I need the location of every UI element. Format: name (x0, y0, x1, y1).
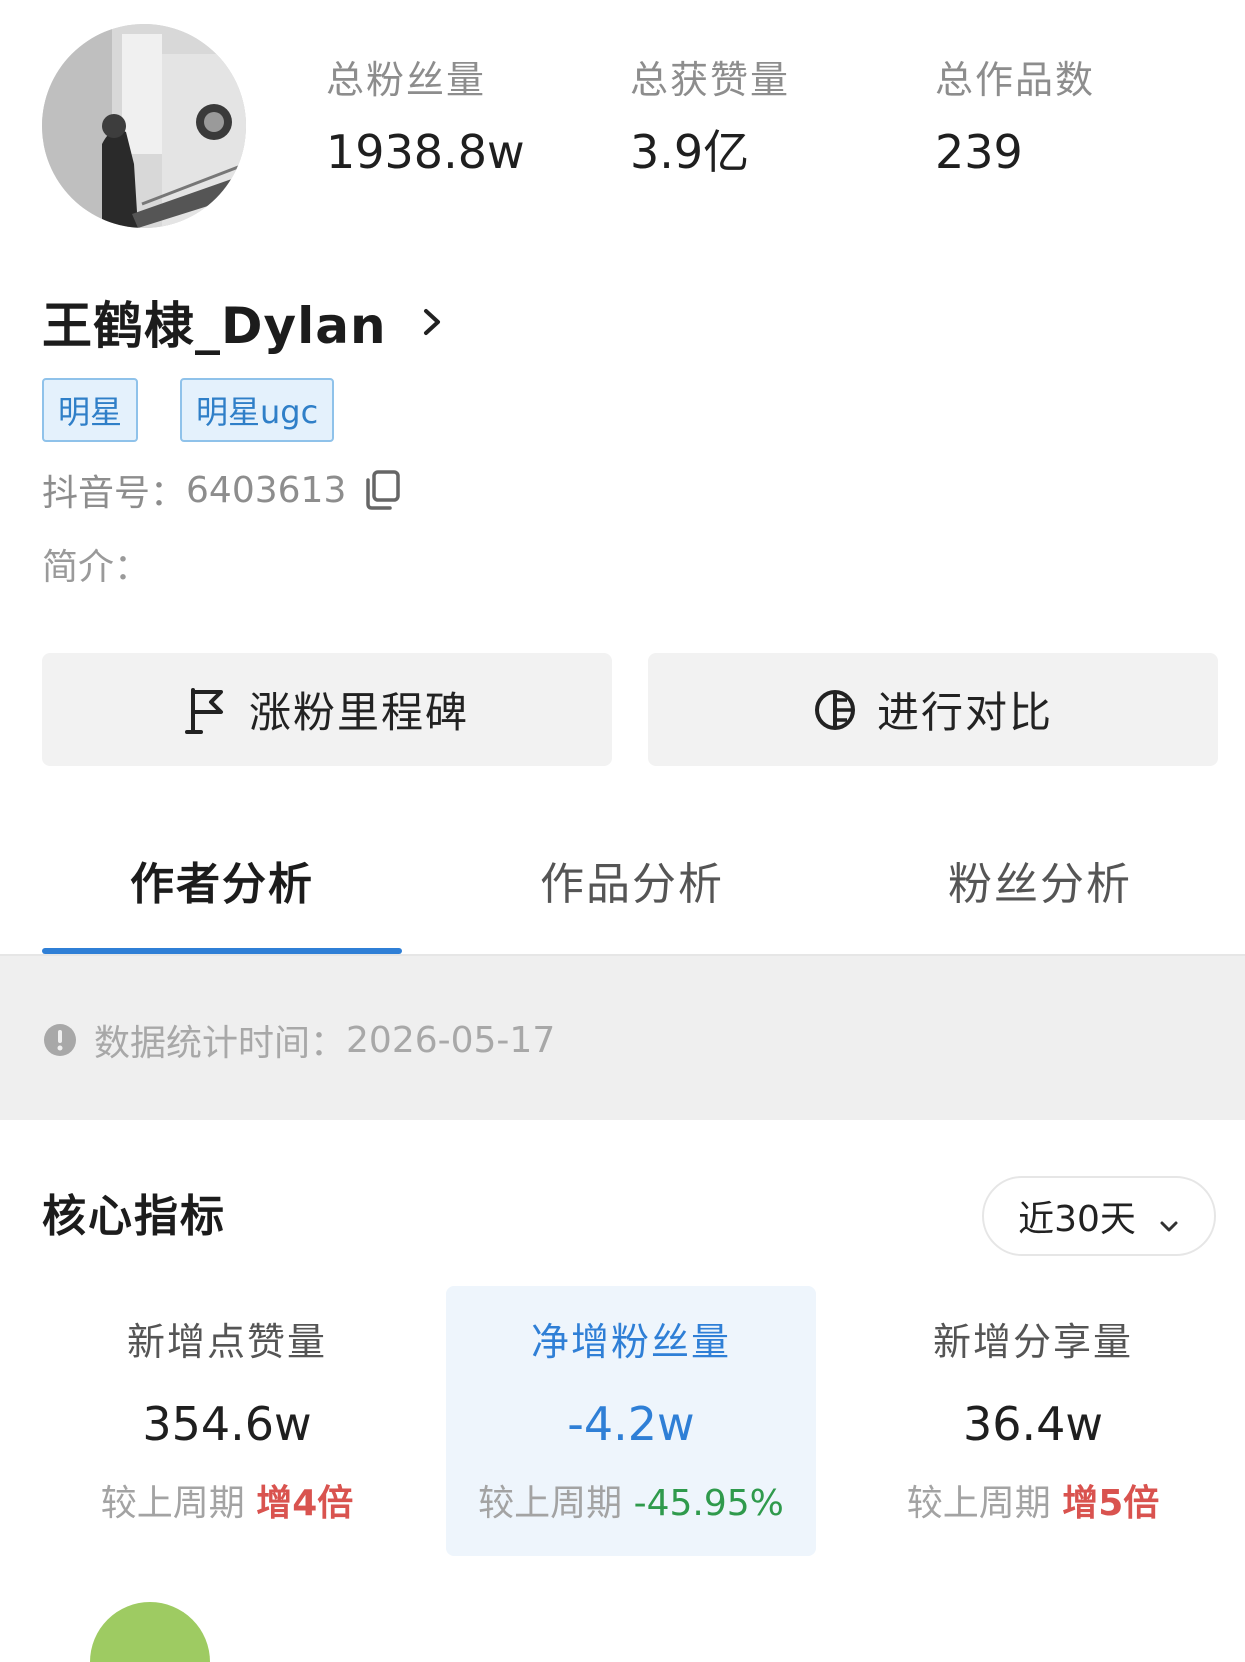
range-select-value: 近30天 (1018, 1199, 1136, 1240)
stat-works: 总作品数 239 (935, 52, 1095, 192)
profile-stats: 总粉丝量 1938.8w 总获赞量 3.9亿 总作品数 239 (0, 52, 1245, 192)
douyin-id-label: 抖音号： (42, 473, 187, 514)
metric-delta: 增4倍 (256, 1483, 354, 1524)
milestone-button[interactable]: 涨粉里程碑 (42, 653, 612, 766)
stats-date-label: 数据统计时间： (94, 1023, 347, 1064)
metric-label: 新增点赞量 (126, 1320, 327, 1364)
active-tab-indicator (42, 948, 402, 954)
copy-icon[interactable] (364, 470, 402, 510)
douyin-id-row: 抖音号： 6403613 (42, 460, 402, 520)
stat-label: 总获赞量 (630, 58, 791, 102)
douyin-id-value: 6403613 (186, 469, 347, 511)
info-icon (42, 1022, 78, 1058)
tab-fans-analysis[interactable]: 粉丝分析 (948, 848, 1132, 912)
metric-compare: 较上周期 增4倍 (42, 1476, 412, 1532)
compare-button[interactable]: 进行对比 (648, 653, 1218, 766)
milestone-label: 涨粉里程碑 (248, 688, 469, 737)
stats-date-value: 2026-05-17 (346, 1019, 556, 1061)
metric-compare: 较上周期 增5倍 (848, 1476, 1218, 1532)
metric-net-followers[interactable]: 净增粉丝量 -4.2w 较上周期 -45.95% (446, 1286, 816, 1556)
metric-delta: -45.95% (633, 1483, 784, 1524)
tag-badge: 明星 (42, 378, 139, 442)
metric-delta: 增5倍 (1062, 1483, 1160, 1524)
metric-label: 净增粉丝量 (530, 1320, 731, 1364)
chevron-down-icon (1158, 1205, 1180, 1232)
compare-prefix: 较上周期 (906, 1483, 1051, 1524)
stat-followers: 总粉丝量 1938.8w (326, 52, 525, 192)
metric-label: 新增分享量 (932, 1320, 1133, 1364)
compare-prefix: 较上周期 (478, 1483, 623, 1524)
tab-works-analysis[interactable]: 作品分析 (540, 848, 724, 912)
metric-value: 36.4w (962, 1397, 1104, 1451)
metric-new-likes[interactable]: 新增点赞量 354.6w 较上周期 增4倍 (42, 1286, 412, 1556)
flag-icon (184, 686, 229, 734)
profile-name-link[interactable]: 王鹤棣_Dylan (42, 282, 447, 362)
stats-date-row: 数据统计时间： 2026-05-17 (42, 1012, 555, 1068)
next-section-peek (90, 1602, 210, 1662)
stat-label: 总粉丝量 (326, 58, 487, 102)
stat-likes: 总获赞量 3.9亿 (630, 52, 790, 192)
analysis-tabs: 作者分析 作品分析 粉丝分析 (0, 820, 1245, 956)
tab-author-analysis[interactable]: 作者分析 (130, 848, 314, 912)
stat-value: 239 (935, 125, 1023, 179)
profile-tags: 明星 明星ugc (42, 378, 335, 442)
bio-label: 简介： (42, 547, 151, 588)
metric-new-shares[interactable]: 新增分享量 36.4w 较上周期 增5倍 (848, 1286, 1218, 1556)
stats-date-bar: 数据统计时间： 2026-05-17 (0, 956, 1245, 1120)
metric-value: -4.2w (567, 1397, 695, 1451)
metric-compare: 较上周期 -45.95% (446, 1476, 816, 1532)
metric-value: 354.6w (142, 1397, 312, 1451)
stat-value: 3.9亿 (630, 125, 750, 179)
tag-badge: 明星ugc (180, 378, 335, 442)
core-metrics-title: 核心指标 (42, 1191, 226, 1242)
compare-prefix: 较上周期 (100, 1483, 245, 1524)
range-select[interactable]: 近30天 (982, 1176, 1216, 1256)
compare-label: 进行对比 (876, 688, 1053, 737)
chevron-right-icon (417, 307, 447, 337)
compare-icon (813, 686, 857, 734)
stat-label: 总作品数 (935, 58, 1096, 102)
stat-value: 1938.8w (326, 125, 525, 179)
profile-name: 王鹤棣_Dylan (42, 297, 387, 355)
